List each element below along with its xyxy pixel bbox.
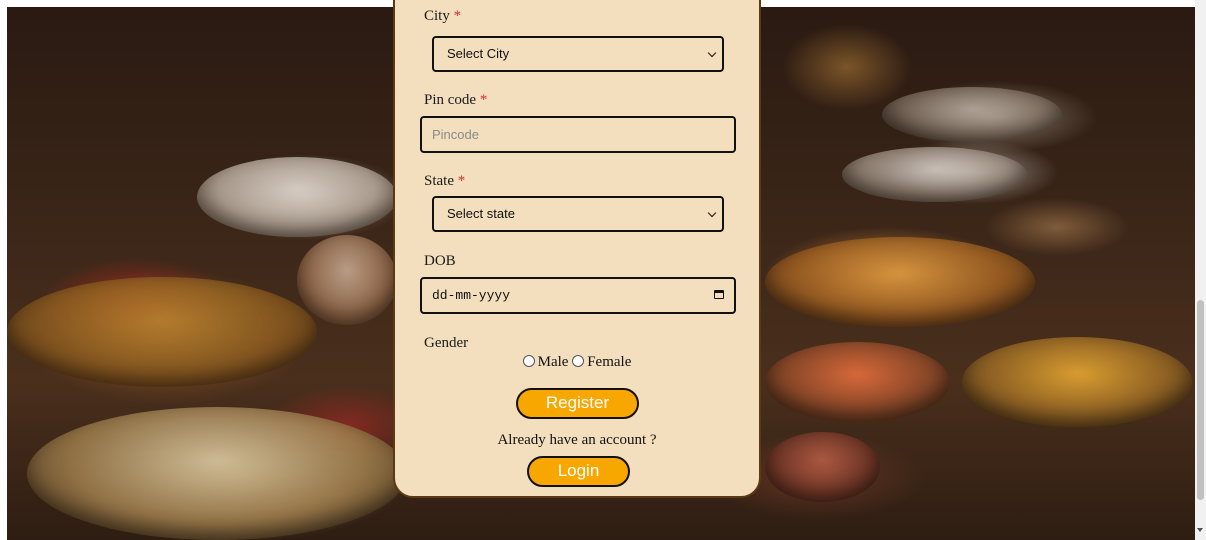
required-mark: * (453, 8, 462, 24)
state-label-text: State (424, 173, 454, 189)
dob-label-text: DOB (424, 253, 456, 269)
city-select-value: Select City (447, 46, 510, 61)
bowl-decoration (27, 407, 407, 540)
bowl-decoration (765, 342, 950, 422)
calendar-icon[interactable] (714, 290, 724, 299)
account-prompt: Already have an account ? (497, 432, 657, 448)
dob-placeholder: dd-mm-yyyy (432, 288, 511, 303)
gender-option-label: Female (587, 354, 632, 370)
required-mark: * (457, 173, 466, 189)
gender-radio-female[interactable] (572, 355, 585, 367)
state-select[interactable]: Select state (432, 196, 724, 232)
login-button-label: Login (557, 461, 600, 480)
bowl-decoration (765, 237, 1035, 327)
bowl-decoration (765, 432, 880, 502)
bowl-decoration (297, 235, 397, 325)
register-button[interactable]: Register (516, 388, 639, 419)
gender-radio-male[interactable] (522, 355, 535, 367)
bowl-decoration (7, 277, 317, 387)
pincode-placeholder: Pincode (432, 127, 479, 142)
bowl-decoration (962, 337, 1192, 427)
page-scrollbar[interactable] (1195, 0, 1206, 540)
gender-option-label: Male (537, 354, 569, 370)
required-mark: * (479, 92, 488, 108)
gender-label-text: Gender (424, 335, 469, 351)
city-label: City * (424, 8, 461, 25)
dob-label: DOB (424, 253, 456, 270)
state-label: State * (424, 173, 465, 190)
chevron-down-icon (707, 48, 717, 58)
state-select-value: Select state (447, 206, 515, 221)
bowl-decoration (842, 147, 1027, 202)
login-button[interactable]: Login (527, 456, 630, 487)
dob-date-input[interactable]: dd-mm-yyyy (420, 277, 736, 314)
city-select[interactable]: Select City (432, 36, 724, 72)
scroll-down-arrow-icon[interactable] (1197, 528, 1203, 532)
pincode-label-text: Pin code (424, 92, 477, 108)
scrollbar-thumb[interactable] (1197, 300, 1204, 500)
viewport: City * Select City Pin code * Pincode St… (0, 0, 1206, 540)
chevron-down-icon (707, 208, 717, 218)
pincode-label: Pin code * (424, 92, 487, 109)
bowl-decoration (882, 87, 1062, 142)
pincode-input[interactable]: Pincode (420, 116, 736, 153)
registration-form-card: City * Select City Pin code * Pincode St… (393, 0, 761, 498)
gender-options: Male Female (395, 354, 759, 371)
gender-label: Gender (424, 335, 468, 352)
city-label-text: City (424, 8, 450, 24)
bowl-decoration (197, 157, 397, 237)
register-button-label: Register (545, 393, 610, 412)
